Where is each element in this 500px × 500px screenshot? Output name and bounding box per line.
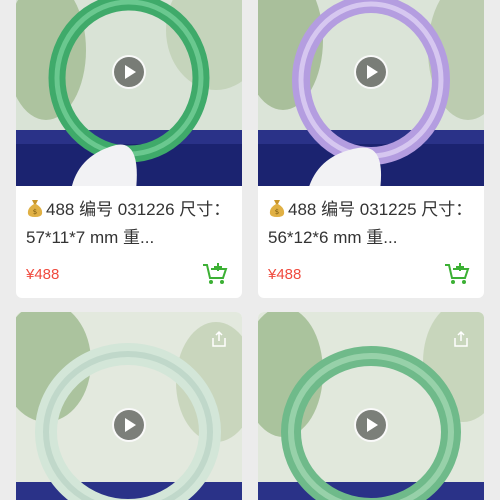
play-video-button[interactable]	[112, 55, 146, 89]
product-price: ¥488	[268, 266, 302, 283]
product-info: $ 488 编号 031225 尺寸： 56*12*6 mm 重... ¥488	[258, 186, 484, 296]
money-bag-icon: $	[27, 200, 43, 217]
product-card[interactable]	[258, 312, 484, 500]
product-photo[interactable]	[16, 312, 242, 500]
product-info: $ 488 编号 031226 尺寸： 57*11*7 mm 重... ¥488	[16, 186, 242, 296]
svg-text:$: $	[33, 208, 37, 216]
product-card[interactable]: $ 488 编号 031225 尺寸： 56*12*6 mm 重... ¥488	[258, 0, 484, 298]
product-card[interactable]: $ 488 编号 031226 尺寸： 57*11*7 mm 重... ¥488	[16, 0, 242, 298]
product-title[interactable]: $ 488 编号 031225 尺寸： 56*12*6 mm 重...	[268, 196, 474, 252]
add-to-cart-icon[interactable]	[202, 262, 228, 286]
product-image	[16, 0, 242, 186]
play-video-button[interactable]	[354, 408, 388, 442]
product-photo[interactable]	[258, 0, 484, 186]
product-grid: $ 488 编号 031226 尺寸： 57*11*7 mm 重... ¥488	[0, 0, 500, 500]
play-video-button[interactable]	[354, 55, 388, 89]
product-image	[258, 0, 484, 186]
share-icon[interactable]	[210, 330, 228, 348]
product-title-text: 488 编号 031226 尺寸： 57*11*7 mm 重...	[26, 200, 231, 247]
product-image	[16, 312, 242, 500]
product-photo[interactable]	[258, 312, 484, 500]
share-icon[interactable]	[452, 330, 470, 348]
product-photo[interactable]	[16, 0, 242, 186]
svg-text:$: $	[275, 208, 279, 216]
product-price: ¥488	[26, 266, 60, 283]
price-row: ¥488	[268, 256, 474, 296]
product-card[interactable]	[16, 312, 242, 500]
product-image	[258, 312, 484, 500]
money-bag-icon: $	[269, 200, 285, 217]
add-to-cart-icon[interactable]	[444, 262, 470, 286]
price-row: ¥488	[26, 256, 232, 296]
play-video-button[interactable]	[112, 408, 146, 442]
product-title[interactable]: $ 488 编号 031226 尺寸： 57*11*7 mm 重...	[26, 196, 232, 252]
product-title-text: 488 编号 031225 尺寸： 56*12*6 mm 重...	[268, 200, 473, 247]
